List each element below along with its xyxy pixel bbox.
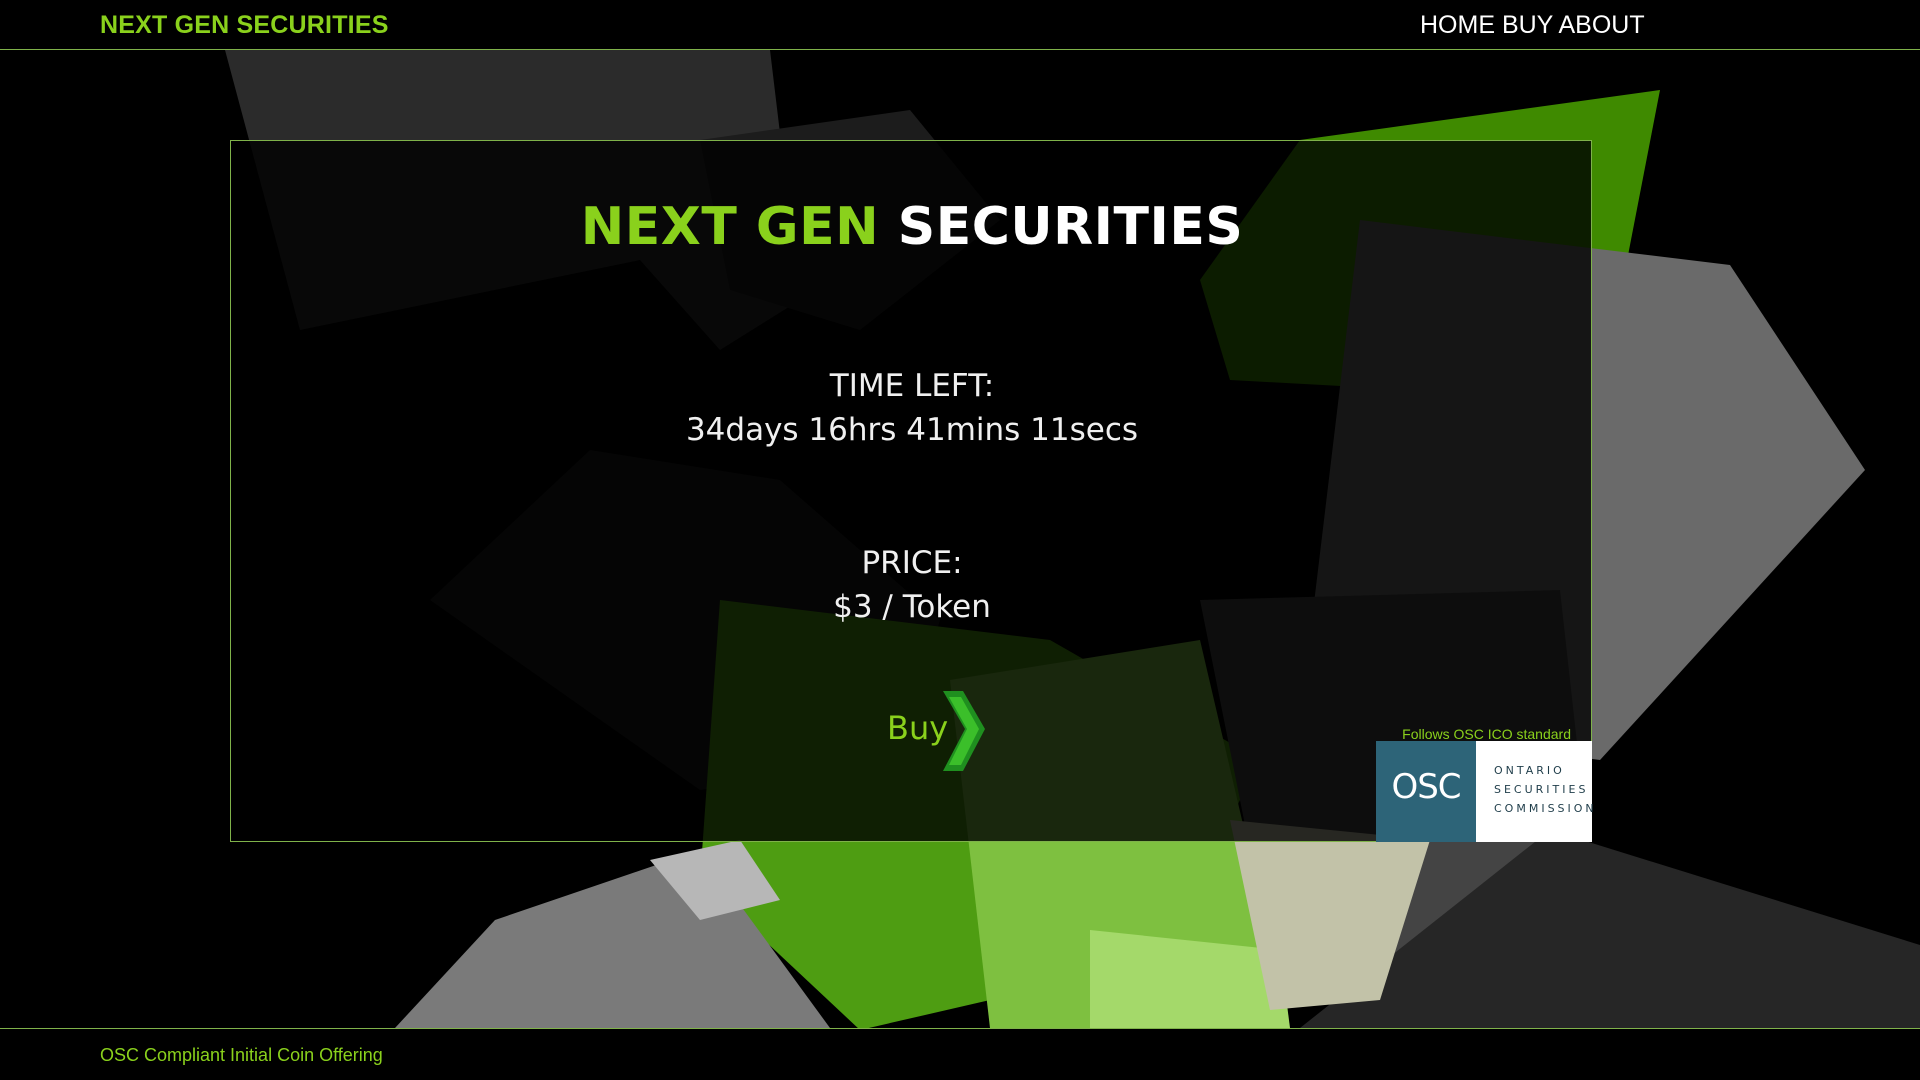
price-label: PRICE: <box>861 545 963 581</box>
time-left-label: TIME LEFT: <box>829 368 995 404</box>
footer: OSC Compliant Initial Coin Offering <box>0 1028 1920 1080</box>
nav-home-link[interactable]: HOME <box>1420 11 1495 39</box>
osc-line-1: ONTARIO <box>1494 764 1565 777</box>
chevron-right-icon <box>943 691 985 771</box>
osc-logo: OSC ONTARIO SECURITIES COMMISSION <box>1376 741 1594 842</box>
brand-logo-text[interactable]: NEXT GEN SECURITIES <box>100 11 389 40</box>
osc-line-2: SECURITIES <box>1494 783 1589 796</box>
price-value: $3 / Token <box>833 589 991 625</box>
main-nav: HOME BUY ABOUT <box>1420 11 1645 40</box>
page-title: NEXT GEN SECURITIES <box>231 197 1593 257</box>
countdown-value: 34days 16hrs 41mins 11secs <box>685 412 1139 448</box>
title-white-part: SECURITIES <box>897 197 1244 257</box>
osc-standard-note: Follows OSC ICO standard <box>1402 726 1571 742</box>
osc-logo-box: OSC <box>1376 741 1476 842</box>
page: NEXT GEN SECURITIES HOME BUY ABOUT NEXT … <box>0 0 1920 1080</box>
footer-text: OSC Compliant Initial Coin Offering <box>100 1045 383 1065</box>
price-section: PRICE: $3 / Token <box>231 541 1593 629</box>
top-navbar: NEXT GEN SECURITIES HOME BUY ABOUT <box>0 0 1920 50</box>
osc-abbr: OSC <box>1391 767 1461 807</box>
nav-buy-link[interactable]: BUY <box>1502 11 1553 39</box>
title-green-part: NEXT GEN <box>580 197 880 257</box>
osc-fullname: ONTARIO SECURITIES COMMISSION <box>1494 761 1597 818</box>
buy-button[interactable]: Buy <box>853 687 993 777</box>
nav-about-link[interactable]: ABOUT <box>1558 11 1644 39</box>
ico-card: NEXT GEN SECURITIES TIME LEFT: 34days 16… <box>230 140 1594 842</box>
time-left-section: TIME LEFT: 34days 16hrs 41mins 11secs <box>231 364 1593 452</box>
osc-line-3: COMMISSION <box>1494 802 1597 815</box>
